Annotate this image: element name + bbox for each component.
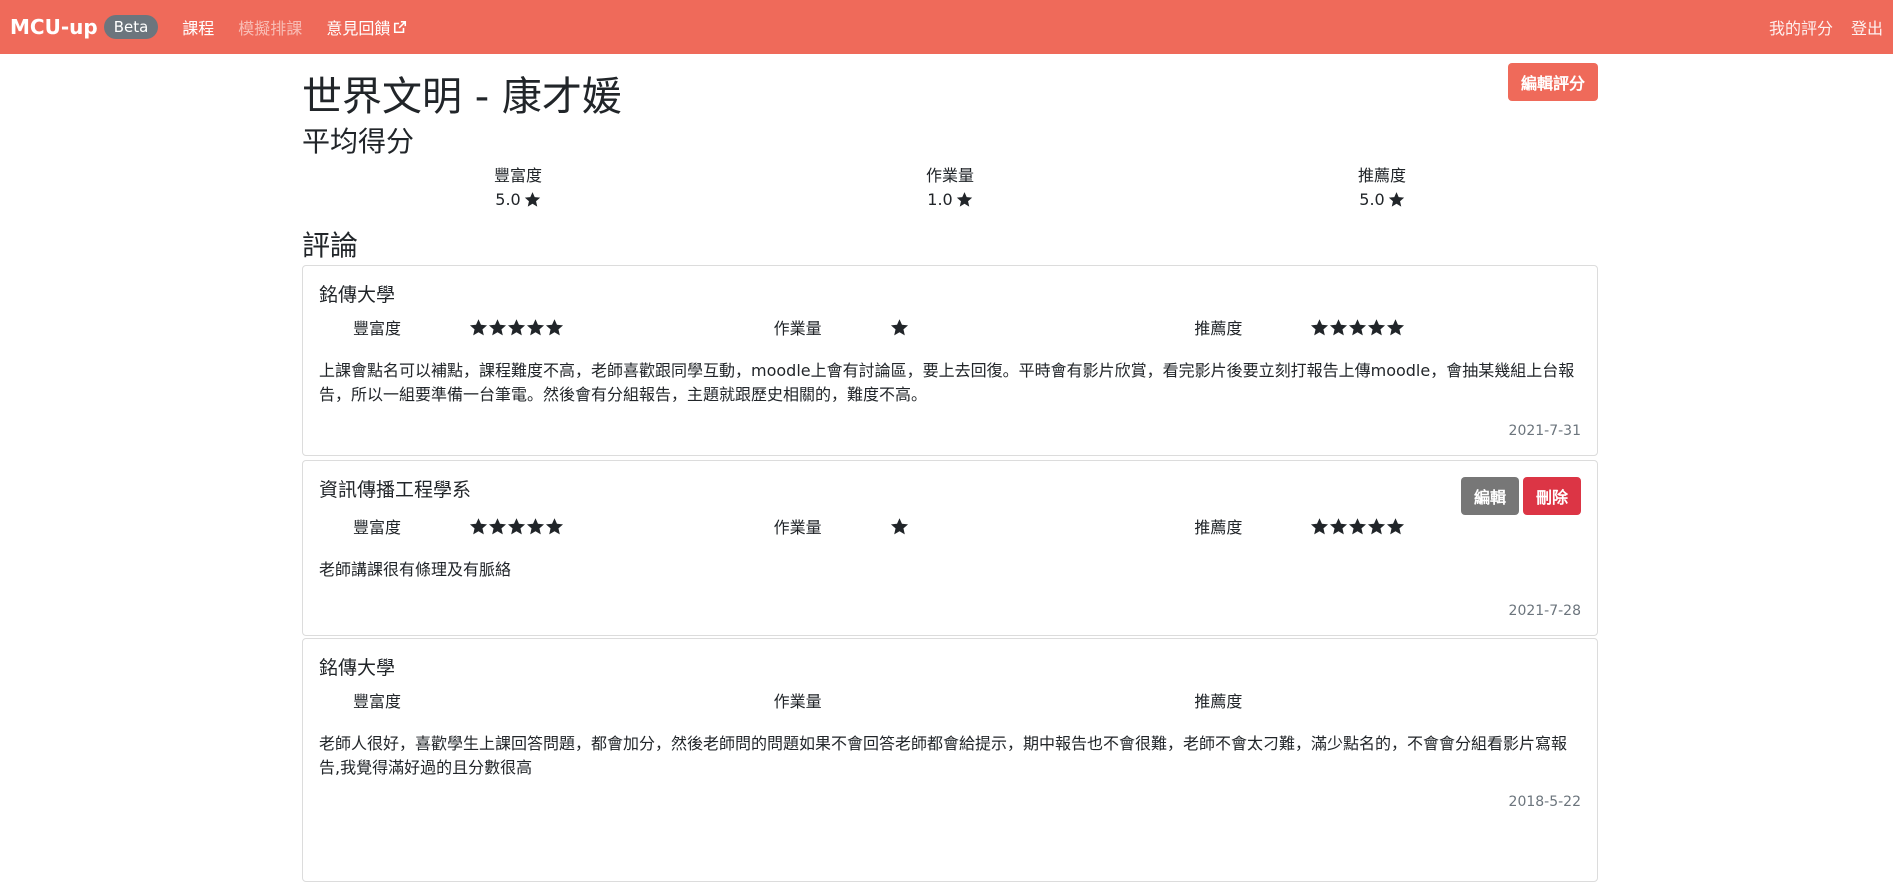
average-scores: 豐富度 5.0 作業量 1.0 推薦度 5.0	[302, 162, 1598, 209]
brand-name[interactable]: MCU-up	[10, 15, 98, 39]
recommend-label: 推薦度	[1194, 518, 1243, 537]
navbar: MCU-up Beta 課程 模擬排課 意見回饋 我的評分 登出	[0, 0, 1893, 54]
average-workload-label: 作業量	[925, 166, 974, 185]
comment-department: 銘傳大學	[319, 284, 396, 306]
comment-date: 2018-5-22	[1508, 794, 1581, 810]
star-icon	[1387, 517, 1405, 534]
star-icon	[545, 517, 564, 534]
richness-stars	[469, 517, 564, 536]
nav-link-feedback[interactable]: 意見回饋	[326, 15, 407, 39]
recommend-label: 推薦度	[1194, 319, 1243, 338]
external-link-icon	[394, 20, 407, 34]
edit-rating-button[interactable]: 編輯評分	[1508, 63, 1598, 101]
star-icon	[1330, 517, 1348, 534]
nav-link-logout[interactable]: 登出	[1851, 15, 1883, 39]
average-workload-value: 1.0	[927, 190, 953, 209]
star-icon	[488, 517, 507, 534]
brand-logo[interactable]: MCU-up Beta	[10, 15, 159, 39]
average-recommend-value: 5.0	[1359, 190, 1385, 209]
comment-department: 銘傳大學	[319, 657, 396, 679]
comment-card: 銘傳大學 豐富度 作業量 推薦度 上課會點名可以補點，課程難度不高，老師喜歡跟同…	[302, 265, 1598, 456]
star-icon	[526, 517, 545, 534]
page-title: 世界文明 - 康才媛	[302, 74, 622, 120]
comment-text: 老師講課很有條理及有脈絡	[319, 560, 512, 579]
comment-date: 2021-7-31	[1508, 423, 1581, 439]
comment-ratings: 豐富度 作業量 推薦度	[319, 690, 1581, 711]
star-icon	[1311, 517, 1329, 534]
average-score-title: 平均得分	[302, 125, 415, 158]
recommend-stars	[1310, 517, 1405, 536]
average-recommend-label: 推薦度	[1357, 166, 1406, 185]
comment-date: 2021-7-28	[1508, 603, 1581, 619]
workload-label: 作業量	[773, 319, 822, 338]
comment-department: 資訊傳播工程學系	[319, 479, 472, 501]
star-icon	[890, 318, 908, 335]
richness-label: 豐富度	[353, 319, 402, 338]
star-icon	[1388, 192, 1404, 207]
workload-label: 作業量	[773, 692, 822, 711]
star-icon	[1368, 517, 1386, 534]
nav-right: 我的評分 登出	[1751, 15, 1883, 39]
star-icon	[1349, 517, 1367, 534]
star-icon	[545, 318, 564, 335]
star-icon	[488, 318, 507, 335]
comment-text: 老師人很好，喜歡學生上課回答問題，都會加分，然後老師問的問題如果不會回答老師都會…	[319, 734, 1568, 777]
average-workload: 作業量 1.0	[734, 162, 1166, 209]
recommend-label: 推薦度	[1194, 692, 1243, 711]
comment-text: 上課會點名可以補點，課程難度不高，老師喜歡跟同學互動，moodle上會有討論區，…	[319, 361, 1575, 404]
star-icon	[1311, 318, 1329, 335]
average-recommend: 推薦度 5.0	[1166, 162, 1598, 209]
edit-comment-button[interactable]: 編輯	[1461, 477, 1519, 515]
richness-label: 豐富度	[353, 692, 402, 711]
nav-link-courses[interactable]: 課程	[182, 15, 214, 39]
comment-card: 銘傳大學 豐富度 作業量 推薦度 老師人很好，喜歡學生上課回答問題，都會加分，然…	[302, 638, 1598, 882]
main-container: 世界文明 - 康才媛 編輯評分 平均得分 豐富度 5.0 作業量 1.0 推薦度…	[302, 54, 1598, 882]
star-icon	[1330, 318, 1348, 335]
average-richness-value: 5.0	[495, 190, 521, 209]
star-icon	[507, 318, 526, 335]
comment-ratings: 豐富度 作業量 推薦度	[319, 317, 1581, 338]
star-icon	[956, 192, 972, 207]
star-icon	[1387, 318, 1405, 335]
course-header: 世界文明 - 康才媛 編輯評分	[302, 54, 1598, 120]
comment-ratings: 豐富度 作業量 推薦度	[319, 516, 1581, 537]
star-icon	[1368, 318, 1386, 335]
average-richness-label: 豐富度	[493, 166, 542, 185]
delete-comment-button[interactable]: 刪除	[1523, 477, 1581, 515]
nav-link-feedback-label: 意見回饋	[326, 19, 391, 38]
recommend-stars	[1310, 318, 1405, 337]
star-icon	[890, 517, 908, 534]
comment-actions: 編輯 刪除	[1461, 477, 1581, 515]
workload-stars	[890, 517, 909, 536]
beta-badge: Beta	[103, 15, 159, 39]
comment-card: 資訊傳播工程學系 編輯 刪除 豐富度 作業量 推薦度 老師講課很有條理及有脈絡 …	[302, 460, 1598, 636]
workload-stars	[890, 318, 909, 337]
richness-label: 豐富度	[353, 518, 402, 537]
star-icon	[1349, 318, 1367, 335]
average-richness: 豐富度 5.0	[302, 162, 734, 209]
star-icon	[526, 318, 545, 335]
richness-stars	[469, 318, 564, 337]
comments-title: 評論	[302, 229, 359, 262]
star-icon	[524, 192, 540, 207]
nav-link-schedule-simulator[interactable]: 模擬排課	[238, 15, 302, 39]
star-icon	[469, 318, 488, 335]
workload-label: 作業量	[773, 518, 822, 537]
nav-link-my-ratings[interactable]: 我的評分	[1769, 15, 1833, 39]
star-icon	[507, 517, 526, 534]
star-icon	[469, 517, 488, 534]
